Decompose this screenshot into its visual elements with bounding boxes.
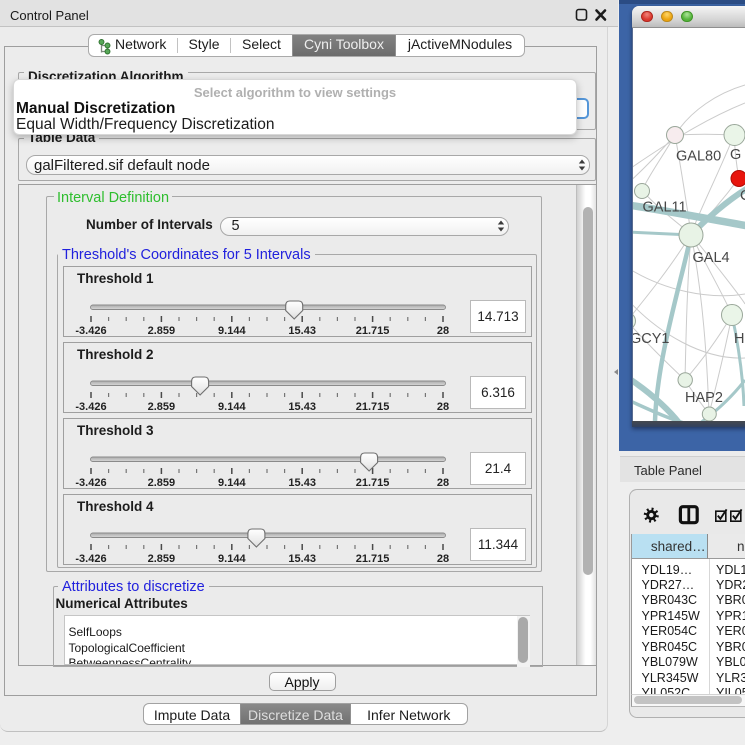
svg-text:C: C [740, 188, 745, 204]
svg-text:GAL80: GAL80 [676, 149, 721, 165]
svg-text:GCY1: GCY1 [633, 331, 670, 347]
svg-text:H: H [734, 331, 744, 347]
svg-text:GAL4: GAL4 [693, 250, 730, 266]
svg-text:GAL11: GAL11 [643, 200, 687, 216]
svg-text:HAP2: HAP2 [685, 390, 723, 406]
svg-text:G: G [730, 147, 741, 163]
